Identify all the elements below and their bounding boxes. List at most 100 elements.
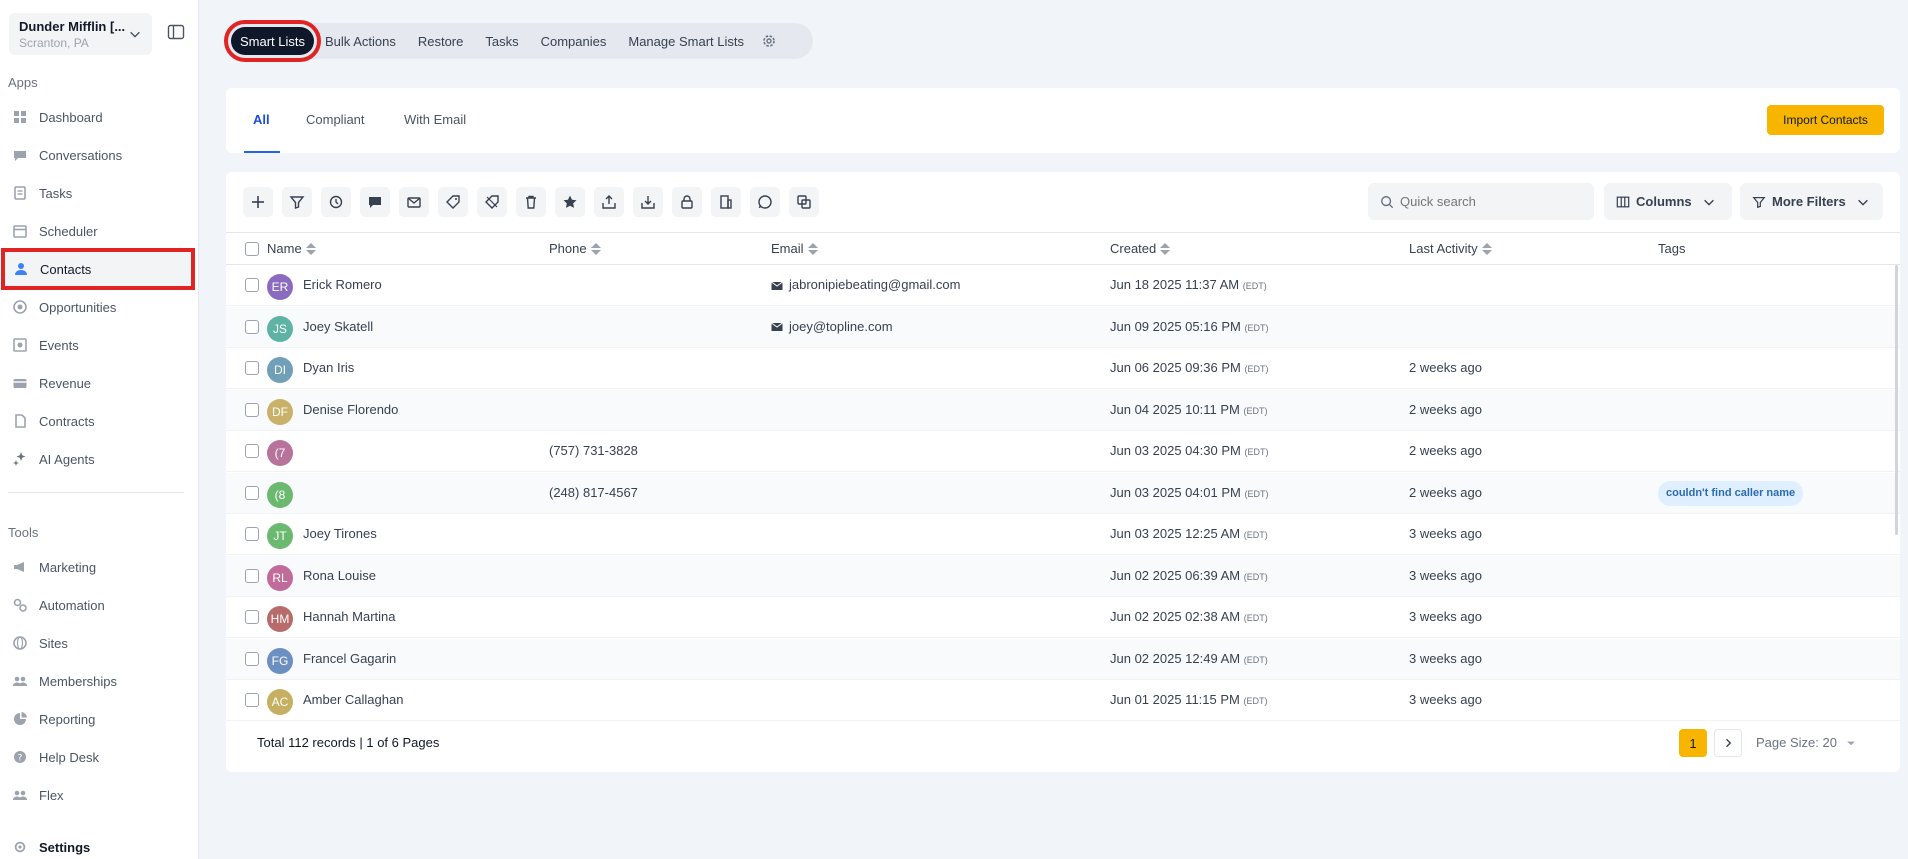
gear-icon[interactable]	[761, 33, 777, 49]
sidebar-item-marketing[interactable]: Marketing	[8, 551, 190, 583]
filter-button[interactable]	[282, 187, 312, 217]
header-label: Email	[771, 241, 804, 256]
columns-button[interactable]: Columns	[1604, 183, 1732, 220]
star-button[interactable]	[555, 187, 585, 217]
sidebar-item-tasks[interactable]: Tasks	[8, 177, 190, 209]
row-checkbox[interactable]	[245, 568, 259, 583]
table-row[interactable]: DF Denise Florendo Jun 04 2025 10:11 PM (E…	[226, 389, 1900, 431]
delete-button[interactable]	[516, 187, 546, 217]
tag-badge[interactable]: couldn't find caller name	[1658, 480, 1804, 506]
row-checkbox[interactable]	[245, 278, 259, 292]
add-tag-button[interactable]	[438, 187, 468, 217]
sidebar-item-reporting[interactable]: Reporting	[8, 703, 190, 735]
whatsapp-button[interactable]	[750, 187, 780, 217]
contact-name[interactable]: Joey Skatell	[303, 319, 373, 334]
table-row[interactable]: HM Hannah Martina Jun 02 2025 02:38 AM (ED…	[226, 597, 1900, 638]
sidebar-item-sites[interactable]: Sites	[8, 627, 190, 659]
sidebar-item-contacts[interactable]: Contacts	[1, 248, 195, 290]
sidebar-item-ai-agents[interactable]: AI Agents	[8, 443, 190, 475]
quick-search[interactable]	[1368, 183, 1594, 220]
sidebar-item-dashboard[interactable]: Dashboard	[8, 101, 190, 133]
sidebar-item-conversations[interactable]: Conversations	[8, 139, 190, 171]
chevron-right-icon	[1726, 738, 1732, 748]
merge-button[interactable]	[789, 187, 819, 217]
contact-name[interactable]: Denise Florendo	[303, 402, 398, 417]
pipeline-button[interactable]	[321, 187, 351, 217]
pipeline-icon	[329, 195, 343, 209]
sms-button[interactable]	[360, 187, 390, 217]
subtab-all[interactable]: All	[253, 112, 270, 127]
company-button[interactable]	[711, 187, 741, 217]
table-row[interactable]: JT Joey Tirones Jun 03 2025 12:25 AM (EDT)…	[226, 514, 1900, 555]
column-header-last-activity[interactable]: Last Activity	[1409, 241, 1492, 256]
contact-name[interactable]: Hannah Martina	[303, 609, 396, 624]
table-row[interactable]: (8 (248) 817-4567 Jun 03 2025 04:01 PM (ED…	[226, 472, 1900, 514]
sidebar-item-scheduler[interactable]: Scheduler	[8, 215, 190, 247]
sidebar-item-memberships[interactable]: Memberships	[8, 665, 190, 697]
row-checkbox[interactable]	[245, 444, 259, 458]
row-checkbox[interactable]	[245, 485, 259, 500]
sidebar-item-flex[interactable]: Flex	[8, 779, 190, 811]
subtab-with-email[interactable]: With Email	[404, 112, 466, 127]
remove-tag-button[interactable]	[477, 187, 507, 217]
row-checkbox[interactable]	[245, 361, 259, 375]
table-row[interactable]: ER Erick Romero jabronipiebeating@gmail.co…	[226, 265, 1900, 306]
sidebar-item-settings[interactable]: Settings	[8, 831, 190, 859]
row-checkbox[interactable]	[245, 402, 259, 417]
tab-companies[interactable]: Companies	[530, 34, 618, 49]
column-header-email[interactable]: Email	[771, 241, 818, 256]
row-checkbox[interactable]	[245, 693, 259, 707]
sidebar-item-opportunities[interactable]: Opportunities	[8, 291, 190, 323]
column-header-phone[interactable]: Phone	[549, 241, 601, 256]
add-button[interactable]	[243, 187, 273, 217]
contact-phone[interactable]: (248) 817-4567	[549, 485, 638, 500]
sidebar-collapse-icon[interactable]	[167, 23, 185, 41]
lock-button[interactable]	[672, 187, 702, 217]
page-size-select[interactable]: Page Size: 20	[1756, 735, 1857, 750]
table-scrollbar[interactable]	[1895, 265, 1898, 535]
tab-tasks[interactable]: Tasks	[474, 34, 529, 49]
tab-manage-smart-lists[interactable]: Manage Smart Lists	[617, 34, 755, 49]
search-input[interactable]	[1400, 194, 1580, 209]
contact-name[interactable]: Rona Louise	[303, 568, 376, 583]
table-row[interactable]: FG Francel Gagarin Jun 02 2025 12:49 AM (E…	[226, 638, 1900, 680]
contact-email[interactable]: joey@topline.com	[771, 319, 893, 334]
more-filters-button[interactable]: More Filters	[1740, 183, 1883, 220]
subtab-compliant[interactable]: Compliant	[306, 112, 365, 127]
page-button-current[interactable]: 1	[1679, 729, 1707, 757]
contact-name[interactable]: Dyan Iris	[303, 360, 354, 375]
table-row[interactable]: (7 (757) 731-3828 Jun 03 2025 04:30 PM (ED…	[226, 431, 1900, 472]
location-switcher[interactable]: Dunder Mifflin [... Scranton, PA	[9, 13, 152, 55]
row-checkbox[interactable]	[245, 610, 259, 624]
table-row[interactable]: AC Amber Callaghan Jun 01 2025 11:15 PM (E…	[226, 680, 1900, 721]
import-contacts-button[interactable]: Import Contacts	[1767, 105, 1884, 135]
contact-phone[interactable]: (757) 731-3828	[549, 443, 638, 458]
contact-name[interactable]: Francel Gagarin	[303, 651, 396, 666]
export-button[interactable]	[594, 187, 624, 217]
email-button[interactable]	[399, 187, 429, 217]
tab-bulk-actions[interactable]: Bulk Actions	[314, 34, 407, 49]
table-row[interactable]: JS Joey Skatell joey@topline.com Jun 09 202…	[226, 306, 1900, 348]
select-all-checkbox[interactable]	[245, 242, 259, 256]
row-checkbox[interactable]	[245, 651, 259, 666]
contact-name[interactable]: Erick Romero	[303, 277, 382, 292]
contact-email[interactable]: jabronipiebeating@gmail.com	[771, 277, 960, 292]
column-header-name[interactable]: Name	[267, 241, 316, 256]
sidebar-item-events[interactable]: Events	[8, 329, 190, 361]
contact-name[interactable]: Amber Callaghan	[303, 692, 403, 707]
table-row[interactable]: RL Rona Louise Jun 02 2025 06:39 AM (EDT) 3…	[226, 555, 1900, 597]
table-row[interactable]: DI Dyan Iris Jun 06 2025 09:36 PM (EDT) 2 w…	[226, 348, 1900, 389]
column-header-created[interactable]: Created	[1110, 241, 1171, 256]
tab-restore[interactable]: Restore	[407, 34, 475, 49]
row-checkbox[interactable]	[245, 319, 259, 334]
tab-smart-lists[interactable]: Smart Lists	[223, 20, 322, 62]
sidebar-item-contracts[interactable]: Contracts	[8, 405, 190, 437]
sidebar-item-help-desk[interactable]: ? Help Desk	[8, 741, 190, 773]
sidebar-item-automation[interactable]: Automation	[8, 589, 190, 621]
sidebar-item-revenue[interactable]: Revenue	[8, 367, 190, 399]
import-button[interactable]	[633, 187, 663, 217]
row-checkbox[interactable]	[245, 527, 259, 541]
next-page-button[interactable]	[1714, 729, 1742, 757]
contact-name[interactable]: Joey Tirones	[303, 526, 377, 541]
filter-icon	[289, 196, 305, 209]
